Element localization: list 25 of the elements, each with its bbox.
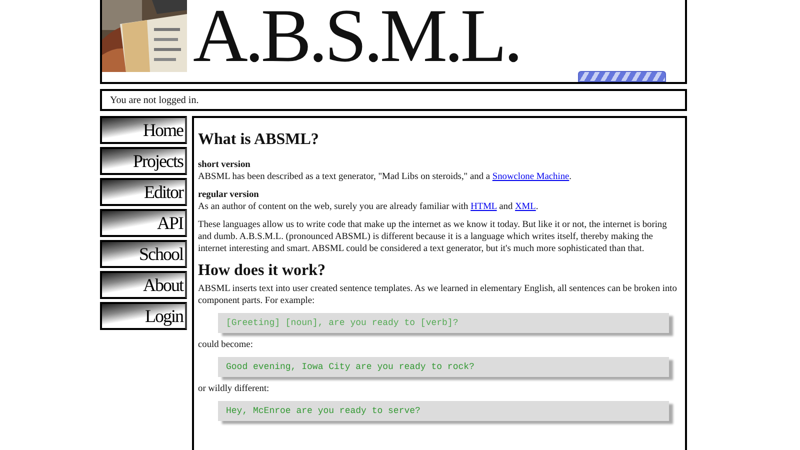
login-status: You are not logged in.: [110, 94, 199, 106]
code-sample: Good evening, Iowa City are you ready to rock?: [218, 357, 669, 377]
code-sample: [Greeting] [noun], are you ready to [verb]?: [218, 313, 669, 333]
paragraph: or wildly different:: [198, 383, 270, 395]
nav-button[interactable]: Editor: [100, 178, 187, 206]
site-logo: A.B.S.M.L.: [193, 0, 520, 72]
section-heading: What is ABSML?: [198, 130, 320, 149]
paragraph: As an author of content on the web, surely you are already familiar with HTML and XML.: [198, 201, 540, 213]
paragraph: These languages allow us to write code that make up the internet as we know it today. But like it or not, the internet is boring and dumb. A.B.S.M.L. (pronounced ABSML) is different because it is a language which writes itself, thereby making the internet interesting and smart. ABSML could be considered a text generator, but it's much more sophisticated than that.: [198, 219, 668, 255]
paragraph: could become:: [198, 339, 254, 351]
nav-button[interactable]: School: [100, 240, 187, 268]
nav-button[interactable]: About: [100, 271, 187, 299]
nav-button[interactable]: Login: [100, 302, 187, 330]
paragraph: ABSML has been described as a text generator, "Mad Libs on steroids," and a Snowclone Machine.: [198, 171, 573, 183]
nav-button[interactable]: Projects: [100, 147, 187, 175]
nav-button[interactable]: Home: [100, 116, 187, 144]
code-sample: Hey, McEnroe are you ready to serve?: [218, 401, 669, 421]
subheading: regular version: [198, 189, 260, 201]
text-link[interactable]: XML: [515, 202, 536, 212]
paragraph: ABSML inserts text into user created sentence templates. As we learned in elementary English, all sentences can be broken into component parts. For example:: [198, 283, 678, 307]
subheading: short version: [198, 159, 252, 171]
text-link[interactable]: HTML: [470, 202, 497, 212]
text-link[interactable]: Snowclone Machine: [492, 172, 570, 182]
section-heading: How does it work?: [198, 261, 327, 280]
nav-button[interactable]: API: [100, 209, 187, 237]
